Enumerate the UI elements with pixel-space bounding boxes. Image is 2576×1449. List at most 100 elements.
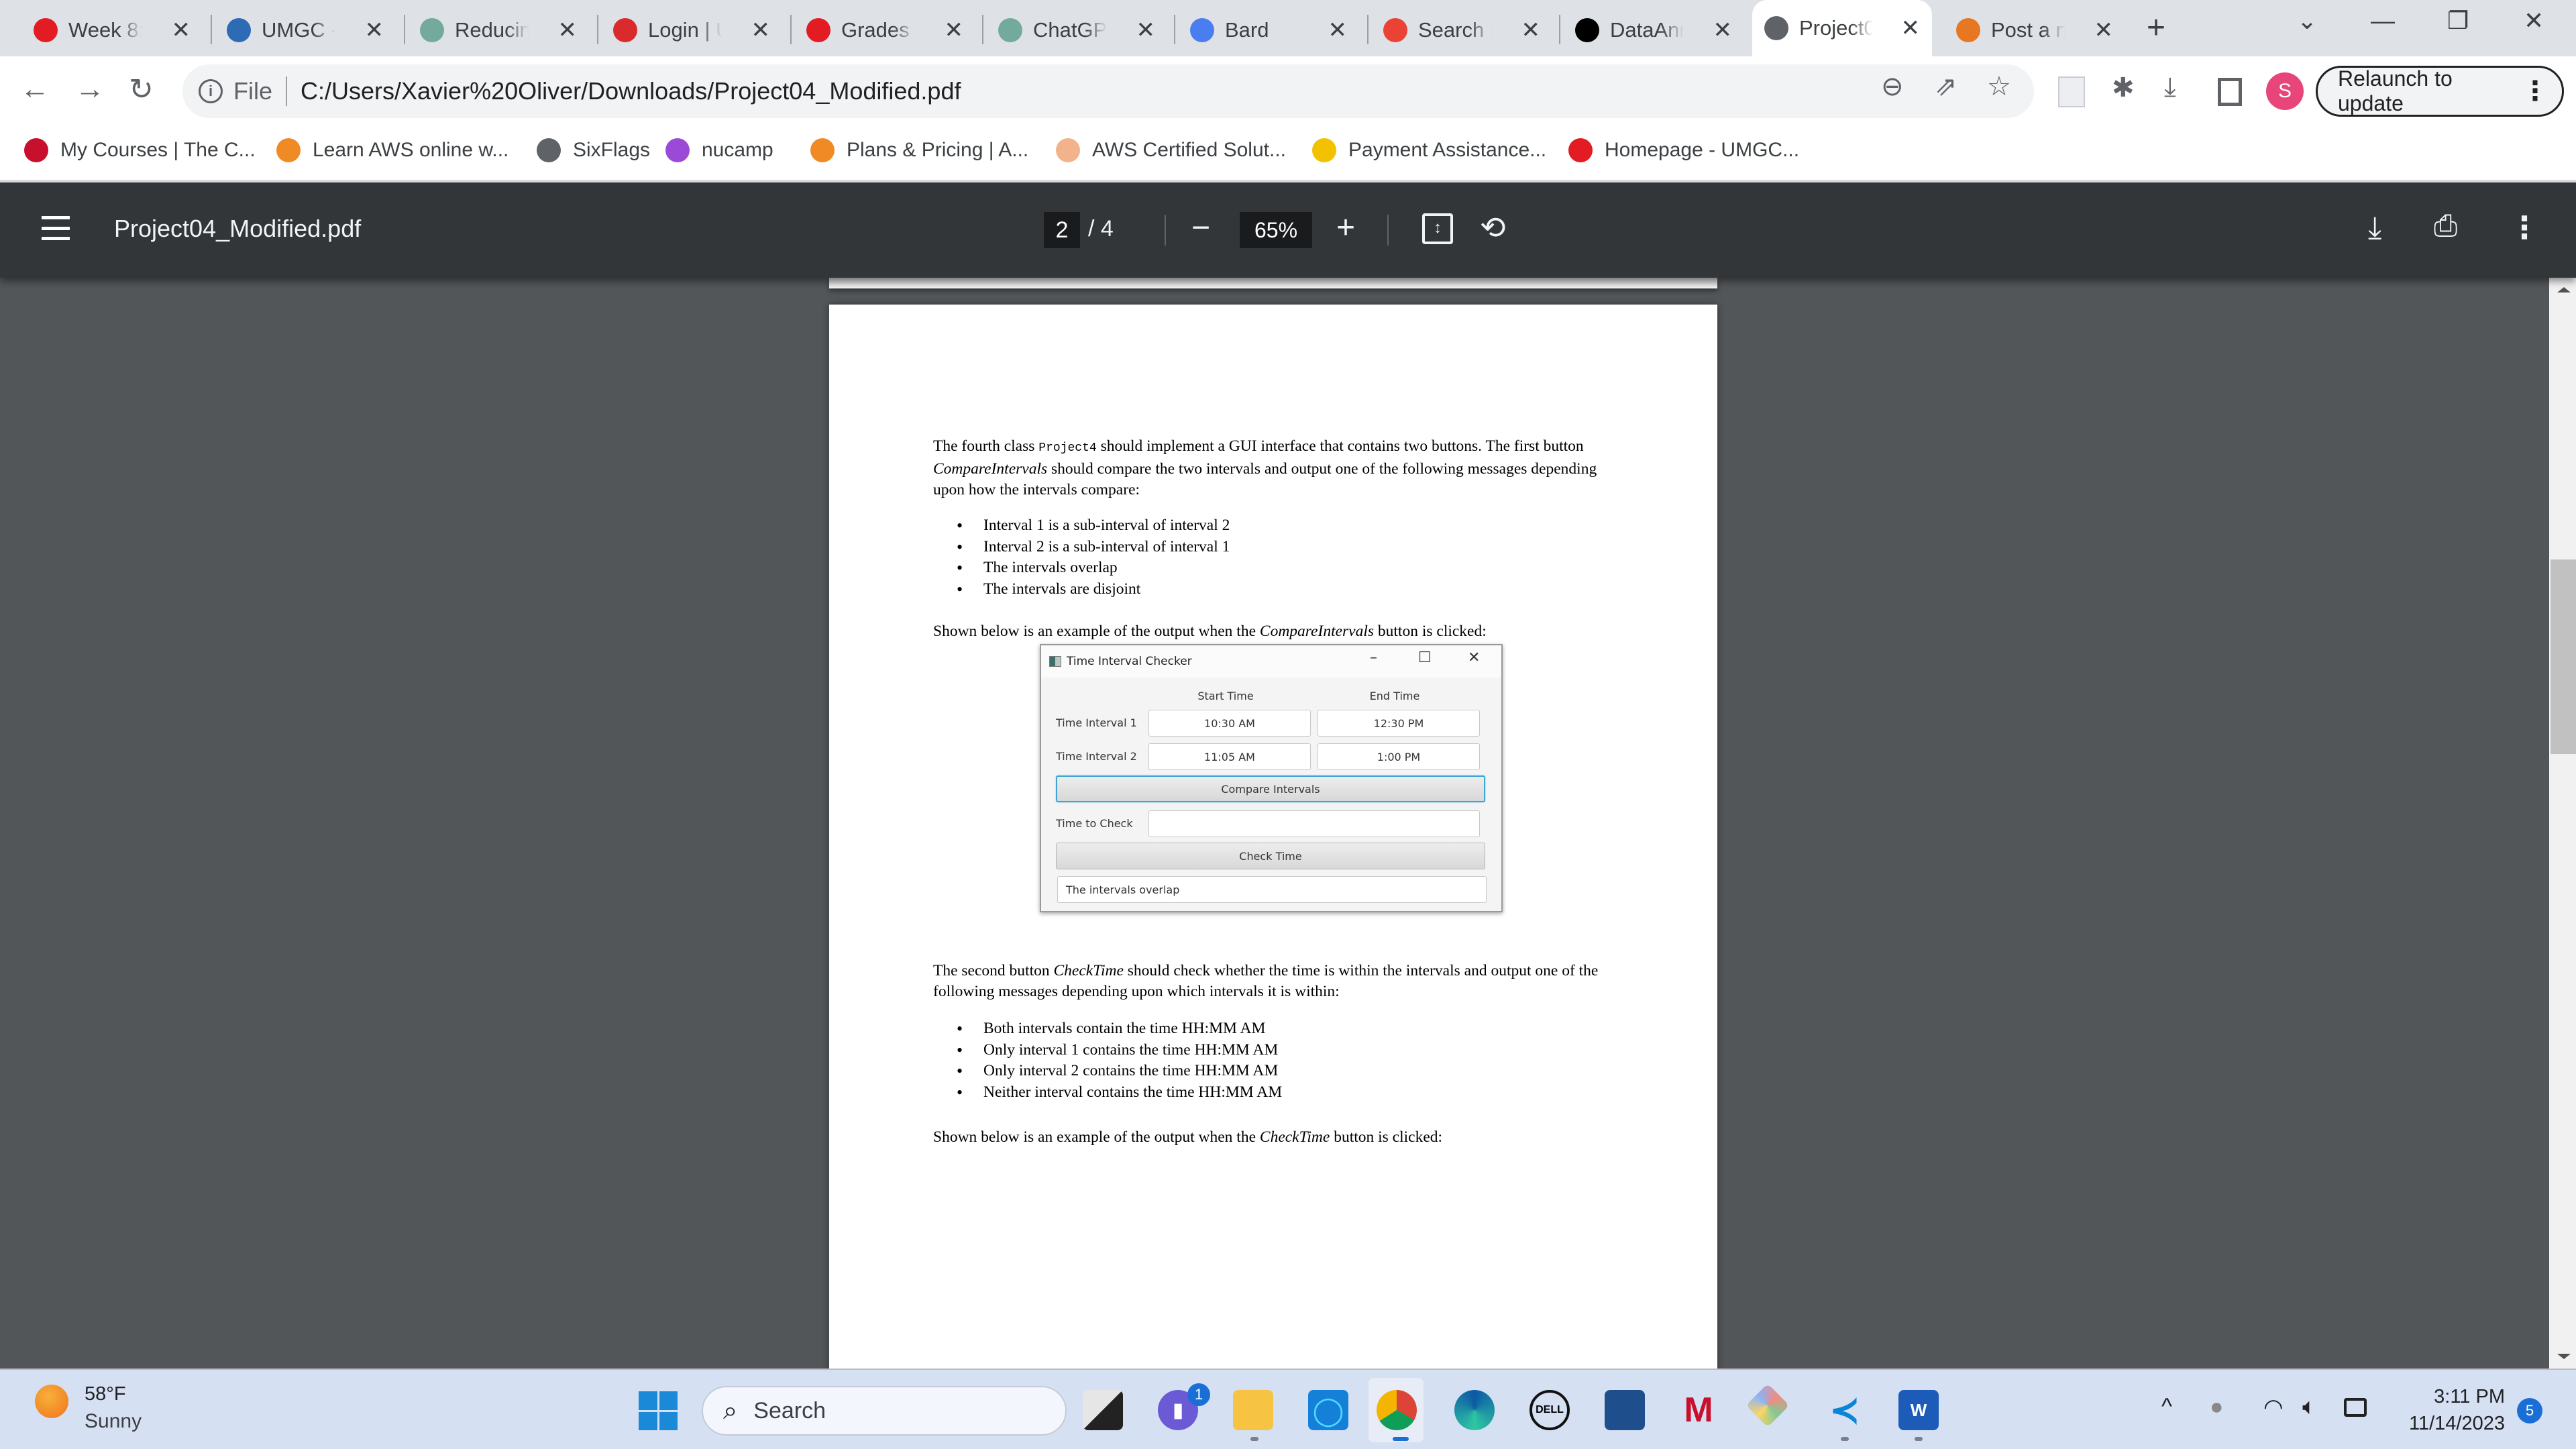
back-button[interactable]: ← [20, 72, 50, 106]
mcafee-status-icon[interactable]: ● [2210, 1394, 2224, 1420]
bookmark-item[interactable]: Payment Assistance... [1312, 138, 1546, 162]
tab-close-icon[interactable]: ✕ [1901, 15, 1921, 42]
tab-close-icon[interactable]: ✕ [1521, 17, 1541, 44]
volume-icon[interactable]: 🔈︎ [2302, 1394, 2316, 1420]
print-icon[interactable]: ⎙ [2434, 209, 2457, 243]
zoom-out-icon[interactable]: ⊖ [1881, 71, 1904, 102]
tab-close-icon[interactable]: ✕ [558, 17, 578, 44]
scroll-up-arrow[interactable] [2557, 287, 2571, 292]
side-panel-icon[interactable] [2218, 78, 2242, 106]
sidebar-menu-icon[interactable] [42, 216, 70, 240]
task-view-icon[interactable] [1083, 1390, 1123, 1430]
tab-close-icon[interactable]: ✕ [365, 17, 384, 44]
notification-badge[interactable]: 5 [2517, 1398, 2542, 1424]
browser-tab[interactable]: Reducing ✕ [408, 9, 589, 51]
close-window-icon[interactable]: ✕ [2524, 7, 2544, 35]
tab-title: ChatGPT [1033, 18, 1107, 42]
relaunch-button[interactable]: Relaunch to update ⋮ [2316, 66, 2564, 117]
profile-avatar[interactable]: S [2266, 72, 2304, 110]
chegg-icon [1956, 18, 1980, 42]
browser-tab[interactable]: Login | U ✕ [601, 9, 782, 51]
browser-tab[interactable]: UMGC - ✕ [215, 9, 396, 51]
clock-date: 11/14/2023 [2409, 1413, 2505, 1434]
tab-search-chevron-icon[interactable]: ⌄ [2297, 7, 2317, 35]
forward-button[interactable]: → [75, 72, 105, 106]
site-info-icon[interactable]: i [199, 79, 223, 103]
tab-close-icon[interactable]: ✕ [1136, 17, 1156, 44]
browser-tab[interactable]: Week 8: ✕ [21, 9, 203, 51]
pdf-more-icon[interactable]: ⋮ [2509, 209, 2540, 246]
download-icon[interactable]: ⤓ [2164, 72, 2176, 103]
share-icon[interactable]: ⇗ [1935, 71, 1957, 102]
zoom-level-input[interactable]: 65% [1240, 212, 1312, 248]
tab-close-icon[interactable]: ✕ [945, 17, 964, 44]
running-indicator [1915, 1437, 1923, 1441]
pinwheel-app-icon[interactable] [1746, 1383, 1790, 1428]
bookmark-item[interactable]: Learn AWS online w... [276, 138, 508, 162]
bookmark-item[interactable]: SixFlags [537, 138, 650, 162]
browser-tab[interactable]: ChatGPT ✕ [986, 9, 1167, 51]
microsoft-store-icon[interactable] [1605, 1390, 1645, 1430]
pdf-viewer-area: The fourth class Project4 should impleme… [0, 278, 2549, 1368]
bookmark-item[interactable]: My Courses | The C... [24, 138, 256, 162]
weather-description[interactable]: Sunny [85, 1410, 142, 1433]
tab-title: Bard [1225, 18, 1269, 42]
tab-close-icon[interactable]: ✕ [1328, 17, 1348, 44]
bookmark-item[interactable]: Homepage - UMGC... [1568, 138, 1799, 162]
reload-button[interactable]: ↻ [129, 72, 154, 107]
zoom-out-button[interactable]: − [1191, 209, 1210, 246]
browser-tab[interactable]: Project04 ✕ [1752, 0, 1932, 56]
taskbar-search[interactable]: ⌕ Search [702, 1386, 1067, 1436]
wifi-icon[interactable]: ◠ [2263, 1394, 2284, 1421]
new-tab-button[interactable]: + [2147, 9, 2165, 46]
file-explorer-icon[interactable] [1233, 1390, 1273, 1430]
more-menu-icon[interactable]: ⋮ [2522, 76, 2548, 107]
bookmark-item[interactable]: nucamp [665, 138, 773, 162]
toolbar-divider [1387, 215, 1389, 246]
cortana-icon[interactable]: ◯ [1308, 1390, 1348, 1430]
mcafee-extension-icon[interactable] [2058, 76, 2085, 107]
browser-tab[interactable]: DataAnn ✕ [1563, 9, 1744, 51]
bookmark-item[interactable]: Plans & Pricing | A... [810, 138, 1028, 162]
scroll-down-arrow[interactable] [2557, 1354, 2571, 1359]
browser-tab[interactable]: Grades - ✕ [794, 9, 975, 51]
vertical-scrollbar[interactable] [2549, 278, 2576, 1368]
start-button-windows-icon[interactable] [639, 1391, 678, 1430]
weather-sun-icon[interactable] [35, 1385, 68, 1418]
bookmark-item[interactable]: AWS Certified Solut... [1056, 138, 1286, 162]
scroll-thumb[interactable] [2551, 559, 2576, 754]
current-page: 2 [1055, 217, 1069, 243]
download-pdf-icon[interactable]: ⤓ [2368, 209, 2381, 247]
minimize-window-icon[interactable]: — [2371, 7, 2395, 35]
chrome-icon[interactable] [1377, 1390, 1417, 1430]
tab-title: Search re [1418, 18, 1492, 42]
windows-taskbar: 58°F Sunny ⌕ Search ▮ 1 ◯ DELL M ≺ W ^ ●… [0, 1368, 2576, 1449]
page-number-input[interactable]: 2 [1044, 212, 1080, 248]
weather-temperature[interactable]: 58°F [85, 1383, 126, 1405]
address-bar[interactable]: i File C:/Users/Xavier%20Oliver/Download… [182, 64, 2034, 118]
battery-icon[interactable] [2344, 1398, 2367, 1417]
tab-close-icon[interactable]: ✕ [751, 17, 771, 44]
system-clock[interactable]: 3:11 PM 11/14/2023 [2399, 1383, 2505, 1437]
address-url[interactable]: C:/Users/Xavier%20Oliver/Downloads/Proje… [301, 77, 961, 105]
browser-tab[interactable]: Bard ✕ [1178, 9, 1359, 51]
rotate-icon[interactable]: ⟲ [1480, 209, 1506, 246]
umgc-icon [34, 18, 58, 42]
edge-icon[interactable] [1454, 1390, 1495, 1430]
mcafee-icon[interactable]: M [1678, 1390, 1719, 1430]
tab-close-icon[interactable]: ✕ [1713, 17, 1733, 44]
restore-window-icon[interactable]: ❐ [2447, 7, 2469, 35]
vscode-icon[interactable]: ≺ [1825, 1389, 1865, 1431]
tab-separator [211, 15, 212, 44]
show-hidden-icons-chevron[interactable]: ^ [2161, 1394, 2172, 1420]
bookmark-star-icon[interactable]: ☆ [1987, 71, 2011, 102]
tab-close-icon[interactable]: ✕ [172, 17, 191, 44]
word-icon[interactable]: W [1898, 1390, 1939, 1430]
zoom-in-button[interactable]: + [1336, 209, 1355, 246]
browser-tab[interactable]: Search re ✕ [1371, 9, 1552, 51]
browser-tab[interactable]: Post a ne ✕ [1944, 9, 2125, 51]
tab-close-icon[interactable]: ✕ [2094, 17, 2114, 44]
dell-icon[interactable]: DELL [1529, 1390, 1570, 1430]
extensions-puzzle-icon[interactable]: ✱ [2112, 72, 2135, 103]
fit-to-page-icon[interactable]: ↕ [1422, 213, 1453, 244]
